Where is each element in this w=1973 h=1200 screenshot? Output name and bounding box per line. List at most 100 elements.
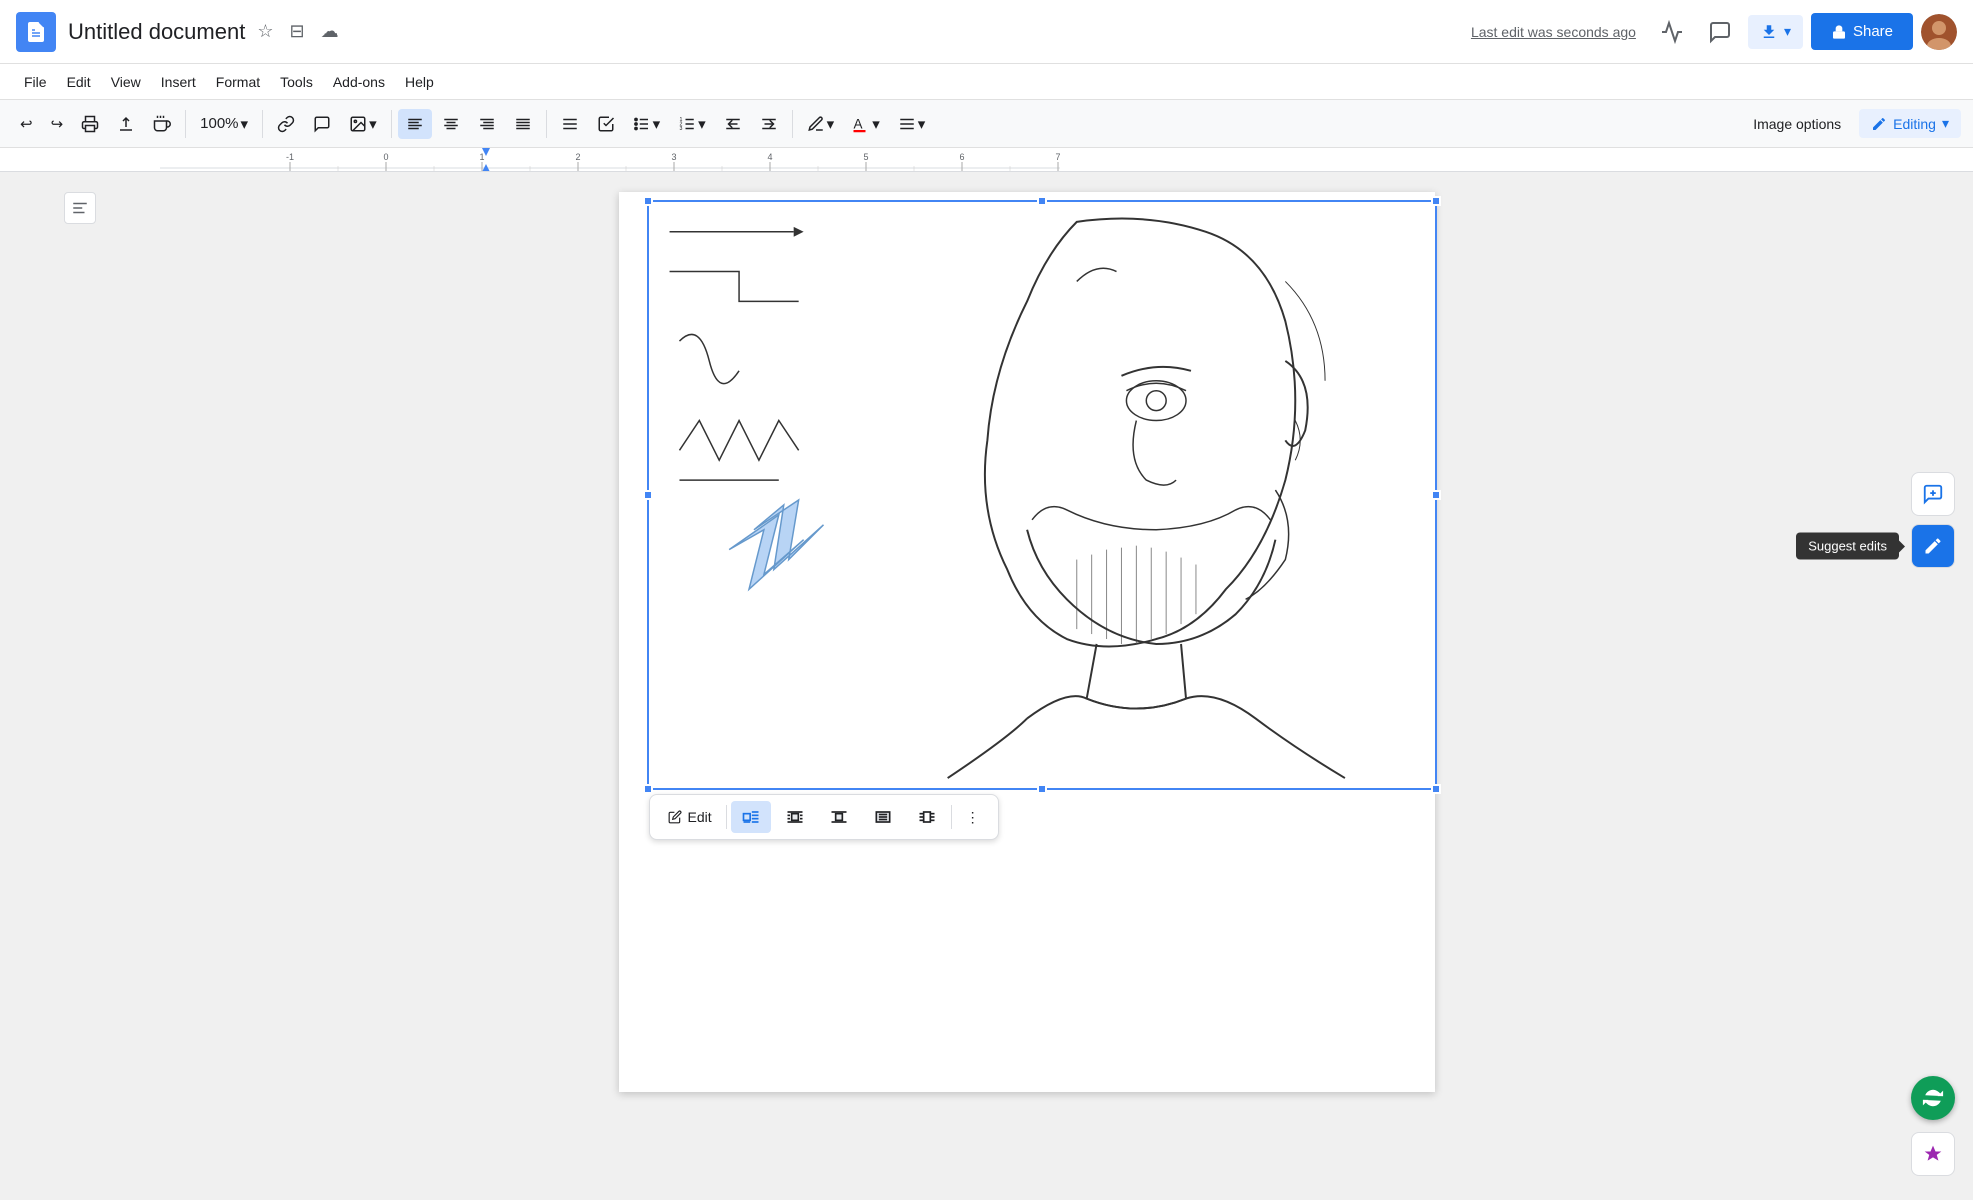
edit-label: Edit bbox=[688, 809, 712, 825]
menu-format[interactable]: Format bbox=[208, 70, 268, 94]
print-button[interactable] bbox=[73, 109, 107, 139]
more-toolbar-button[interactable]: ▾ bbox=[890, 109, 934, 139]
main-area: Edit bbox=[0, 172, 1973, 1200]
resize-handle-bc[interactable] bbox=[1037, 784, 1047, 794]
image-container[interactable]: Edit bbox=[647, 200, 1437, 790]
resize-handle-bl[interactable] bbox=[643, 784, 653, 794]
highlight-button[interactable]: ▾ bbox=[799, 109, 843, 139]
img-tb-divider-2 bbox=[951, 805, 952, 829]
document-title[interactable]: Untitled document bbox=[68, 19, 245, 45]
ruler-canvas: -1 0 1 2 3 4 5 6 7 bbox=[160, 148, 1060, 171]
share-label: Share bbox=[1853, 23, 1893, 40]
header-right-area: ▾ Share bbox=[1652, 12, 1957, 52]
menu-addons[interactable]: Add-ons bbox=[325, 70, 393, 94]
divider-4 bbox=[546, 110, 547, 138]
document-page: Edit bbox=[619, 192, 1435, 1092]
svg-text:-1: -1 bbox=[286, 152, 294, 162]
suggest-edits-button[interactable] bbox=[1911, 524, 1955, 568]
layout-behind-button[interactable] bbox=[863, 801, 903, 833]
image-bottom-toolbar: Edit bbox=[649, 794, 999, 840]
user-avatar[interactable] bbox=[1921, 14, 1957, 50]
document-title-area: Untitled document ☆ ⊟ ☁ bbox=[68, 17, 343, 46]
add-comment-panel-button[interactable] bbox=[1911, 472, 1955, 516]
menu-bar: File Edit View Insert Format Tools Add-o… bbox=[0, 64, 1973, 100]
suggest-edits-area: Suggest edits bbox=[1911, 524, 1955, 568]
svg-text:2: 2 bbox=[575, 152, 580, 162]
image-options-button[interactable]: Image options bbox=[1741, 110, 1853, 138]
divider-1 bbox=[185, 110, 186, 138]
last-edit-text[interactable]: Last edit was seconds ago bbox=[1471, 24, 1636, 40]
menu-view[interactable]: View bbox=[103, 70, 149, 94]
align-right-button[interactable] bbox=[470, 109, 504, 139]
edit-image-button[interactable]: Edit bbox=[658, 803, 722, 831]
menu-file[interactable]: File bbox=[16, 70, 55, 94]
comment-button[interactable] bbox=[305, 109, 339, 139]
line-spacing-button[interactable] bbox=[553, 109, 587, 139]
layout-inline-button[interactable] bbox=[731, 801, 771, 833]
menu-edit[interactable]: Edit bbox=[59, 70, 99, 94]
more-icon: ⋮ bbox=[966, 809, 980, 826]
redo-button[interactable]: ↪ bbox=[43, 109, 72, 139]
resize-handle-tr[interactable] bbox=[1431, 196, 1441, 206]
sidebar-left bbox=[0, 172, 160, 1200]
refresh-fab[interactable] bbox=[1911, 1076, 1955, 1120]
insert-link-button[interactable] bbox=[269, 109, 303, 139]
editing-arrow-icon: ▾ bbox=[1942, 115, 1949, 132]
checklist-button[interactable] bbox=[589, 109, 623, 139]
star-button[interactable]: ☆ bbox=[253, 17, 277, 46]
numbered-list-button[interactable]: 1 2 3 ▾ bbox=[670, 109, 714, 139]
layout-front-button[interactable] bbox=[907, 801, 947, 833]
increase-indent-button[interactable] bbox=[752, 109, 786, 139]
svg-text:6: 6 bbox=[959, 152, 964, 162]
menu-help[interactable]: Help bbox=[397, 70, 442, 94]
bullet-list-button[interactable]: ▾ bbox=[625, 109, 669, 139]
svg-text:0: 0 bbox=[383, 152, 388, 162]
svg-text:7: 7 bbox=[1055, 152, 1060, 162]
content-area: Edit bbox=[160, 172, 1893, 1200]
editing-mode-button[interactable]: Editing ▾ bbox=[1859, 109, 1961, 138]
undo-button[interactable]: ↩ bbox=[12, 109, 41, 139]
insert-image-button[interactable]: ▾ bbox=[341, 109, 385, 139]
menu-insert[interactable]: Insert bbox=[153, 70, 204, 94]
comments-button[interactable] bbox=[1700, 12, 1740, 52]
zoom-arrow-icon: ▾ bbox=[241, 115, 249, 133]
svg-text:3: 3 bbox=[671, 152, 676, 162]
decrease-indent-button[interactable] bbox=[716, 109, 750, 139]
title-bar: Untitled document ☆ ⊟ ☁ Last edit was se… bbox=[0, 0, 1973, 64]
share-button[interactable]: Share bbox=[1811, 13, 1913, 50]
zoom-button[interactable]: 100% ▾ bbox=[192, 109, 256, 139]
text-color-button[interactable]: A ▾ bbox=[844, 109, 888, 139]
svg-text:1: 1 bbox=[479, 152, 484, 162]
paint-format-button[interactable] bbox=[145, 109, 179, 139]
title-icons: ☆ ⊟ ☁ bbox=[253, 17, 342, 46]
spellcheck-button[interactable] bbox=[109, 109, 143, 139]
zoom-value: 100% bbox=[200, 115, 238, 132]
align-left-button[interactable] bbox=[398, 109, 432, 139]
img-tb-divider-1 bbox=[726, 805, 727, 829]
resize-handle-br[interactable] bbox=[1431, 784, 1441, 794]
justify-button[interactable] bbox=[506, 109, 540, 139]
more-options-button[interactable]: ⋮ bbox=[956, 803, 990, 832]
divider-2 bbox=[262, 110, 263, 138]
menu-tools[interactable]: Tools bbox=[272, 70, 321, 94]
svg-text:4: 4 bbox=[767, 152, 772, 162]
resize-handle-ml[interactable] bbox=[643, 490, 653, 500]
ruler: -1 0 1 2 3 4 5 6 7 bbox=[0, 148, 1973, 172]
resize-handle-mr[interactable] bbox=[1431, 490, 1441, 500]
outline-icon[interactable] bbox=[64, 192, 96, 224]
drawing-canvas bbox=[649, 202, 1435, 788]
bookmark-button[interactable]: ⊟ bbox=[285, 17, 308, 46]
divider-5 bbox=[792, 110, 793, 138]
analytics-button[interactable] bbox=[1652, 12, 1692, 52]
docs-app-icon bbox=[16, 12, 56, 52]
align-center-button[interactable] bbox=[434, 109, 468, 139]
toolbar: ↩ ↪ 100% ▾ bbox=[0, 100, 1973, 148]
resize-handle-tc[interactable] bbox=[1037, 196, 1047, 206]
install-button[interactable]: ▾ bbox=[1748, 15, 1803, 49]
layout-break-button[interactable] bbox=[819, 801, 859, 833]
cloud-status-button[interactable]: ☁ bbox=[317, 17, 343, 46]
resize-handle-tl[interactable] bbox=[643, 196, 653, 206]
layout-wrap-button[interactable] bbox=[775, 801, 815, 833]
editing-label: Editing bbox=[1893, 116, 1936, 132]
ai-assist-button[interactable] bbox=[1911, 1132, 1955, 1176]
